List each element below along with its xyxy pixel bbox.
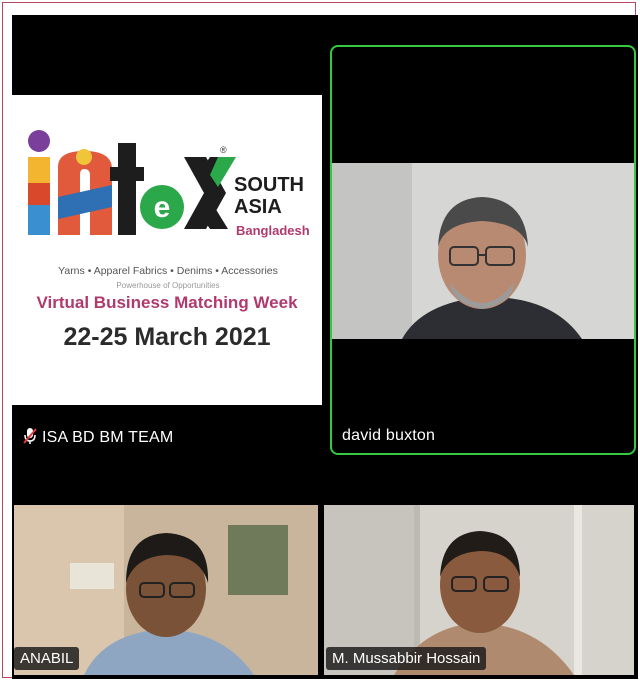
active-speaker-video: [332, 163, 634, 339]
poster-tagline: Yarns • Apparel Fabrics • Denims • Acces…: [58, 265, 278, 277]
poster-subtagline: Powerhouse of Opportunities: [116, 281, 220, 290]
video-call-gallery: e ® SOUTH ASIA Bangladesh Yarns • Appare…: [12, 15, 638, 679]
participant-name-anabil: ANABIL: [14, 647, 80, 670]
shared-screen-participant-name: ISA BD BM TEAM: [42, 429, 174, 446]
logo-region-south: SOUTH: [234, 174, 304, 196]
shared-screen-tile[interactable]: e ® SOUTH ASIA Bangladesh Yarns • Appare…: [12, 15, 324, 465]
active-speaker-name: david buxton: [342, 427, 436, 444]
logo-registered-mark: ®: [220, 145, 227, 155]
participant-tile-anabil[interactable]: ANABIL: [14, 505, 318, 675]
mic-muted-icon: [23, 428, 37, 444]
speaker-silhouette: [332, 163, 634, 339]
intex-logo: e ® SOUTH ASIA Bangladesh: [28, 130, 310, 238]
event-poster: e ® SOUTH ASIA Bangladesh Yarns • Appare…: [12, 95, 322, 405]
participant-name-mussabbir: M. Mussabbir Hossain: [326, 647, 487, 670]
event-title: Virtual Business Matching Week: [36, 293, 298, 312]
logo-region-asia: ASIA: [234, 196, 282, 218]
event-dates: 22-25 March 2021: [63, 323, 271, 351]
logo-country: Bangladesh: [236, 223, 310, 238]
shared-screen-name-label: ISA BD BM TEAM: [22, 427, 173, 447]
participant-tile-mussabbir[interactable]: M. Mussabbir Hossain: [324, 505, 634, 675]
logo-e-letter: e: [154, 191, 171, 224]
